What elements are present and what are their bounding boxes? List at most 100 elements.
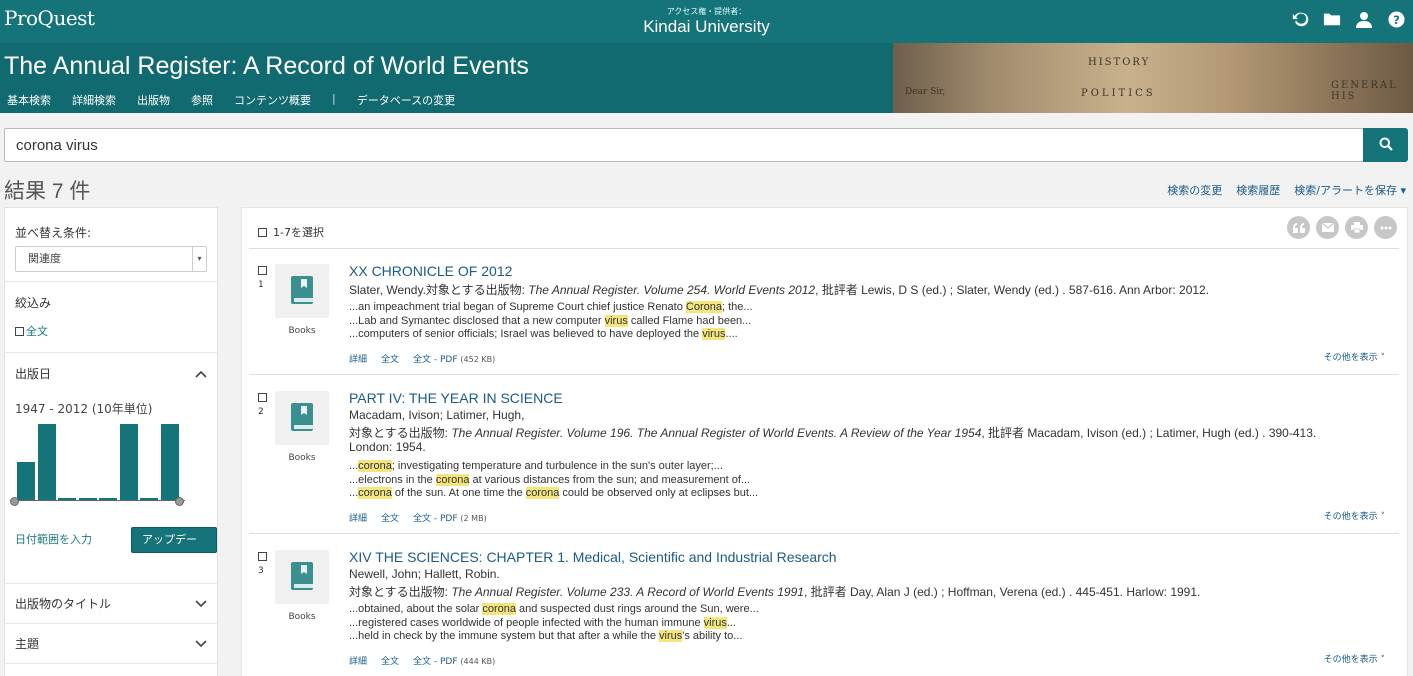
institution-name: Kindai University [643, 17, 770, 36]
details-link[interactable]: 詳細 [349, 654, 367, 667]
result-checkbox[interactable] [258, 393, 267, 402]
pdf-link-label: 全文 - PDF [413, 355, 458, 365]
nav-browse[interactable]: 参照 [191, 92, 213, 108]
save-search-link[interactable]: 検索/アラートを保存 ▾ [1294, 182, 1406, 198]
modify-search-link[interactable]: 検索の変更 [1167, 182, 1222, 198]
histogram-bar[interactable] [140, 498, 158, 500]
folder-icon[interactable] [1323, 10, 1341, 28]
chevron-down-icon [195, 597, 207, 611]
sort-section: 並べ替え条件: 関連度 ▾ [5, 208, 217, 282]
main-nav: 基本検索 詳細検索 出版物 参照 コンテンツ概要 | データベースの変更 [7, 92, 476, 108]
enter-date-range-link[interactable]: 日付範囲を入力 [15, 531, 92, 547]
fulltext-link[interactable]: 全文 [381, 511, 399, 524]
chevron-up-icon[interactable] [195, 367, 207, 381]
citation-details: , 批評者 Macadam, Ivison (ed.) ; Latimer, H… [981, 426, 1317, 440]
subject-facet-header: 主題 [15, 624, 207, 663]
show-more-link[interactable]: その他を表示 ˅ [1324, 509, 1385, 522]
result-number: 2 [258, 407, 264, 417]
result-links: 詳細 全文 全文 - PDF (452 KB) [349, 352, 495, 365]
pdf-link[interactable]: 全文 - PDF (452 KB) [413, 352, 495, 365]
snippet-text: ... [349, 460, 359, 472]
narrow-label: 絞込み [15, 296, 52, 310]
cite-icon[interactable] [1287, 216, 1310, 239]
pdf-size: (444 KB) [460, 657, 496, 666]
banner-image-text: Dear Sir, [905, 87, 946, 97]
histogram-bar[interactable] [78, 498, 97, 500]
pdf-link[interactable]: 全文 - PDF (444 KB) [413, 654, 495, 667]
histogram-bar[interactable] [99, 498, 117, 500]
pubdate-header[interactable]: 出版日 [15, 365, 207, 382]
result-links: 詳細 全文 全文 - PDF (2 MB) [349, 511, 487, 524]
nav-publications[interactable]: 出版物 [137, 92, 170, 108]
show-more-link[interactable]: その他を表示 ˅ [1324, 652, 1385, 665]
result-title[interactable]: PART IV: THE YEAR IN SCIENCE [349, 390, 563, 406]
user-icon[interactable] [1355, 10, 1373, 28]
subject-facet[interactable]: 主題 [5, 624, 217, 664]
histogram-end-handle[interactable] [175, 497, 184, 506]
snippet-text: ...Lab and Symantec disclosed that a new… [349, 315, 605, 327]
fulltext-filter[interactable]: 全文 [15, 323, 207, 339]
result-title[interactable]: XX CHRONICLE OF 2012 [349, 263, 512, 279]
nav-change-database[interactable]: データベースの変更 [357, 92, 455, 108]
result-thumbnail[interactable] [275, 264, 329, 318]
sort-label: 並べ替え条件: [15, 226, 92, 240]
search-tools: 検索の変更 検索履歴 検索/アラートを保存 ▾ [1167, 182, 1406, 198]
snippet-highlight: virus [604, 315, 628, 327]
print-icon[interactable] [1345, 216, 1368, 239]
result-checkbox[interactable] [258, 266, 267, 275]
histogram-start-handle[interactable] [10, 497, 19, 506]
banner-image-text: HISTORY [1088, 57, 1151, 68]
search-button[interactable] [1363, 128, 1408, 162]
search-history-link[interactable]: 検索履歴 [1236, 182, 1280, 198]
more-icon[interactable] [1374, 216, 1397, 239]
pdf-link[interactable]: 全文 - PDF (2 MB) [413, 511, 487, 524]
fulltext-link[interactable]: 全文 [381, 352, 399, 365]
date-histogram[interactable] [10, 424, 185, 506]
top-icons: ? [1291, 10, 1405, 28]
select-all[interactable]: 1-7を選択 [258, 224, 324, 240]
pdf-link-label: 全文 - PDF [413, 514, 458, 524]
citation-publication: The Annual Register. Volume 254. World E… [528, 283, 816, 297]
result-title[interactable]: XIV THE SCIENCES: CHAPTER 1. Medical, Sc… [349, 549, 837, 565]
histogram-bar[interactable] [119, 424, 138, 500]
fulltext-checkbox[interactable] [15, 326, 24, 336]
search-input[interactable] [5, 129, 1363, 161]
fulltext-label[interactable]: 全文 [26, 323, 48, 339]
email-icon[interactable] [1316, 216, 1339, 239]
nav-content-overview[interactable]: コンテンツ概要 [234, 92, 311, 108]
narrow-section: 絞込み 全文 [5, 282, 217, 353]
nav-advanced-search[interactable]: 詳細検索 [72, 92, 116, 108]
result-checkbox[interactable] [258, 552, 267, 561]
snippet-highlight: corona [358, 460, 392, 472]
histogram-bar[interactable] [37, 424, 56, 500]
result-citation: Slater, Wendy.対象とする出版物: The Annual Regis… [349, 281, 1209, 298]
database-title[interactable]: The Annual Register: A Record of World E… [4, 52, 529, 81]
nav-basic-search[interactable]: 基本検索 [7, 92, 51, 108]
banner-image: HISTORY POLITICS GENERAL HIS Dear Sir, [893, 43, 1413, 113]
update-button[interactable]: アップデート [131, 527, 217, 570]
sort-select[interactable]: 関連度 ▾ [15, 246, 207, 272]
pubtitle-facet[interactable]: 出版物のタイトル [5, 584, 217, 624]
access-label: アクセス権・提供者： [666, 7, 747, 16]
histogram-bar[interactable] [17, 462, 35, 500]
result-thumbnail[interactable] [275, 550, 329, 604]
history-icon[interactable] [1291, 10, 1309, 28]
snippet-text: ...computers of senior officials; Israel… [349, 328, 703, 340]
select-all-label: 1-7を選択 [273, 226, 324, 239]
result-snippet: ...computers of senior officials; Israel… [349, 328, 738, 340]
help-icon[interactable]: ? [1387, 10, 1405, 28]
histogram-bar[interactable] [58, 498, 76, 500]
result-thumbnail[interactable] [275, 391, 329, 445]
result-snippet: ...an impeachment trial began of Supreme… [349, 301, 753, 313]
fulltext-link[interactable]: 全文 [381, 654, 399, 667]
details-link[interactable]: 詳細 [349, 352, 367, 365]
snippet-highlight: corona [525, 487, 560, 499]
select-all-checkbox[interactable] [258, 227, 267, 237]
details-link[interactable]: 詳細 [349, 511, 367, 524]
show-more-link[interactable]: その他を表示 ˅ [1324, 350, 1385, 363]
book-icon [291, 275, 313, 307]
result-number: 3 [258, 566, 264, 576]
result-snippet: ...registered cases worldwide of people … [349, 617, 736, 629]
result-number: 1 [258, 280, 264, 290]
histogram-bar[interactable] [160, 424, 179, 500]
